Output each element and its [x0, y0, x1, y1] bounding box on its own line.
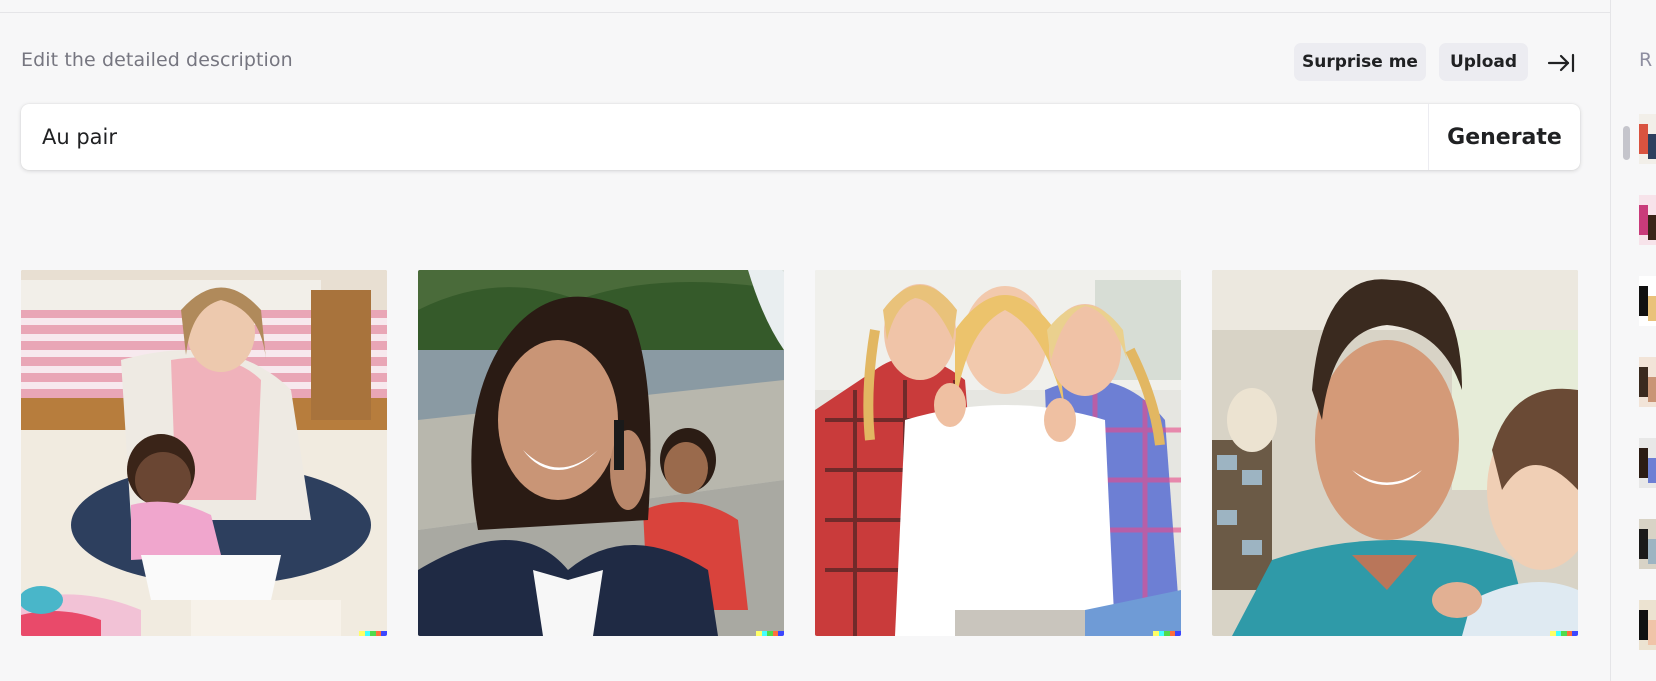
result-image-2[interactable]	[418, 270, 784, 636]
result-image-4-picture	[1212, 270, 1578, 636]
prompt-input[interactable]: Au pair	[42, 122, 1342, 152]
history-sidebar: R	[1610, 0, 1656, 681]
watermark	[756, 631, 784, 636]
result-image-4[interactable]	[1212, 270, 1578, 636]
arrow-right-to-bar-icon	[1547, 53, 1575, 73]
history-thumbnail[interactable]	[1639, 438, 1656, 488]
result-image-1[interactable]	[21, 270, 387, 636]
watermark	[1153, 631, 1181, 636]
sidebar-scrollbar[interactable]	[1623, 126, 1630, 160]
surprise-me-button[interactable]: Surprise me	[1294, 43, 1426, 81]
collapse-sidebar-button[interactable]	[1546, 50, 1576, 76]
prompt-box: Au pair Generate	[21, 104, 1580, 170]
history-thumbnail[interactable]	[1639, 276, 1656, 326]
history-thumbnail[interactable]	[1639, 114, 1656, 164]
generate-button[interactable]: Generate	[1429, 104, 1580, 170]
description-label: Edit the detailed description	[21, 49, 293, 71]
result-image-1-picture	[21, 270, 387, 636]
watermark	[1550, 631, 1578, 636]
result-image-3[interactable]	[815, 270, 1181, 636]
sidebar-label: R	[1639, 49, 1653, 71]
history-thumbnail[interactable]	[1639, 519, 1656, 569]
watermark	[359, 631, 387, 636]
upload-button[interactable]: Upload	[1439, 43, 1528, 81]
result-image-3-picture	[815, 270, 1181, 636]
history-thumbnail[interactable]	[1639, 600, 1656, 650]
history-thumbnail[interactable]	[1639, 195, 1656, 245]
editor-panel: Edit the detailed description Surprise m…	[0, 0, 1610, 681]
result-image-2-picture	[418, 270, 784, 636]
history-thumbnail[interactable]	[1639, 357, 1656, 407]
